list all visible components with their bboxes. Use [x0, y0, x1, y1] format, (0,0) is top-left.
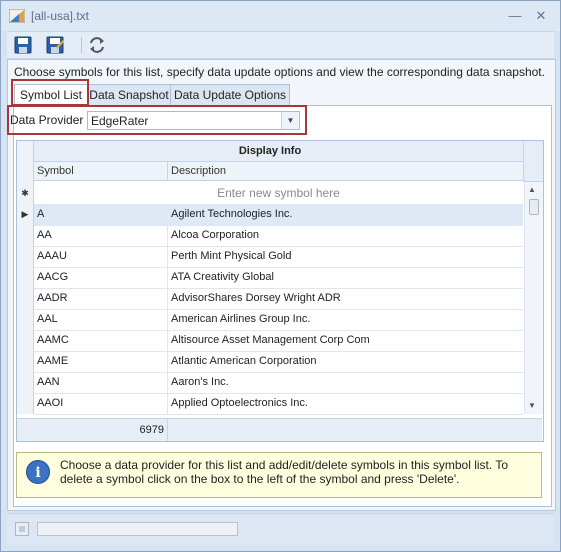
symbol-cell[interactable]: AA	[34, 225, 168, 246]
toolbar-separator	[81, 37, 82, 53]
scroll-thumb[interactable]	[529, 199, 539, 215]
table-row[interactable]: AAOI Applied Optoelectronics Inc.	[34, 393, 523, 415]
symbol-cell[interactable]: AAME	[34, 351, 168, 372]
tab-label: Data Snapshot	[89, 88, 169, 102]
description-cell[interactable]: AdvisorShares Dorsey Wright ADR	[168, 288, 523, 309]
toolbar	[7, 31, 554, 59]
close-button[interactable]: ✕	[531, 7, 551, 25]
progress-bar	[37, 522, 238, 536]
table-row[interactable]: AAAU Perth Mint Physical Gold	[34, 246, 523, 268]
new-symbol-row[interactable]: Enter new symbol here	[34, 182, 523, 205]
table-row[interactable]: AACG ATA Creativity Global	[34, 267, 523, 289]
table-row[interactable]: A Agilent Technologies Inc.	[34, 204, 523, 226]
symbol-count: 6979	[34, 419, 168, 441]
band-header: Display Info	[17, 141, 523, 162]
save-button[interactable]	[13, 35, 33, 55]
column-header-description[interactable]: Description	[168, 162, 523, 181]
row-indicator[interactable]	[17, 246, 34, 267]
row-indicator[interactable]: ▶	[17, 204, 34, 225]
info-icon: i	[26, 460, 50, 484]
description-cell[interactable]: Alcoa Corporation	[168, 225, 523, 246]
symbol-cell[interactable]: AAL	[34, 309, 168, 330]
description-cell[interactable]: American Airlines Group Inc.	[168, 309, 523, 330]
app-icon	[9, 9, 25, 23]
info-panel: i Choose a data provider for this list a…	[16, 452, 542, 498]
current-row-arrow-icon: ▶	[21, 209, 29, 219]
tab-label: Data Update Options	[173, 88, 287, 102]
table-row[interactable]: AAN Aaron's Inc.	[34, 372, 523, 394]
data-provider-value: EdgeRater	[91, 114, 149, 128]
scroll-down-icon[interactable]: ▼	[528, 401, 536, 410]
save-as-icon	[46, 36, 64, 54]
close-icon: ✕	[535, 8, 547, 23]
symbol-cell[interactable]: AAMC	[34, 330, 168, 351]
new-row-indicator[interactable]: ✱	[17, 182, 34, 204]
symbol-cell[interactable]: AACG	[34, 267, 168, 288]
row-indicator[interactable]	[17, 393, 34, 414]
data-provider-label: Data Provider	[10, 113, 84, 127]
row-indicator[interactable]	[17, 309, 34, 330]
dialog-window: [all-usa].txt — ✕ Choose symbols for thi…	[0, 0, 561, 552]
description-cell[interactable]: Perth Mint Physical Gold	[168, 246, 523, 267]
tab-symbol-list[interactable]: Symbol List	[14, 84, 88, 106]
symbol-cell[interactable]: A	[34, 204, 168, 225]
row-indicator[interactable]	[17, 267, 34, 288]
title-bar[interactable]: [all-usa].txt — ✕	[1, 1, 560, 31]
row-indicator[interactable]	[17, 330, 34, 351]
refresh-icon	[90, 37, 104, 53]
status-bar	[7, 513, 554, 546]
minimize-icon: —	[508, 8, 522, 23]
save-icon	[14, 36, 32, 54]
description-cell[interactable]: Atlantic American Corporation	[168, 351, 523, 372]
chevron-down-icon[interactable]: ▼	[281, 112, 299, 129]
asterisk-icon: ✱	[21, 188, 29, 198]
table-row[interactable]: AAME Atlantic American Corporation	[34, 351, 523, 373]
window-title: [all-usa].txt	[31, 9, 90, 23]
row-indicator[interactable]	[17, 372, 34, 393]
grid-corner	[17, 141, 34, 182]
table-row[interactable]: AA Alcoa Corporation	[34, 225, 523, 247]
scroll-up-icon[interactable]: ▲	[528, 185, 536, 194]
tab-data-update-options[interactable]: Data Update Options	[170, 84, 290, 105]
data-provider-select[interactable]: EdgeRater ▼	[87, 111, 300, 130]
table-row[interactable]: AADR AdvisorShares Dorsey Wright ADR	[34, 288, 523, 310]
row-indicator[interactable]	[17, 288, 34, 309]
table-row[interactable]: AAL American Airlines Group Inc.	[34, 309, 523, 331]
symbol-cell[interactable]: AAOI	[34, 393, 168, 414]
minimize-button[interactable]: —	[505, 7, 525, 25]
stop-icon[interactable]	[15, 522, 29, 536]
description-text: Choose symbols for this list, specify da…	[14, 65, 545, 79]
description-cell[interactable]: Applied Optoelectronics Inc.	[168, 393, 523, 414]
symbol-cell[interactable]: AAAU	[34, 246, 168, 267]
save-as-button[interactable]	[45, 35, 65, 55]
symbol-cell[interactable]: AAN	[34, 372, 168, 393]
description-cell[interactable]: ATA Creativity Global	[168, 267, 523, 288]
symbol-grid: Display Info Symbol Description ✱ Enter …	[16, 140, 544, 442]
refresh-button[interactable]	[87, 35, 107, 55]
table-row[interactable]: AAMC Altisource Asset Management Corp Com	[34, 330, 523, 352]
description-cell[interactable]: Agilent Technologies Inc.	[168, 204, 523, 225]
header-spacer	[523, 141, 543, 182]
column-header-symbol[interactable]: Symbol	[34, 162, 168, 181]
row-indicator[interactable]	[17, 351, 34, 372]
description-cell[interactable]: Aaron's Inc.	[168, 372, 523, 393]
tab-label: Symbol List	[19, 88, 83, 102]
info-text: Choose a data provider for this list and…	[60, 458, 509, 486]
tab-data-snapshot[interactable]: Data Snapshot	[87, 84, 171, 105]
row-indicator[interactable]	[17, 225, 34, 246]
grid-footer: 6979	[17, 418, 542, 441]
description-cell[interactable]: Altisource Asset Management Corp Com	[168, 330, 523, 351]
symbol-cell[interactable]: AADR	[34, 288, 168, 309]
vertical-scrollbar[interactable]: ▲ ▼	[524, 182, 543, 414]
